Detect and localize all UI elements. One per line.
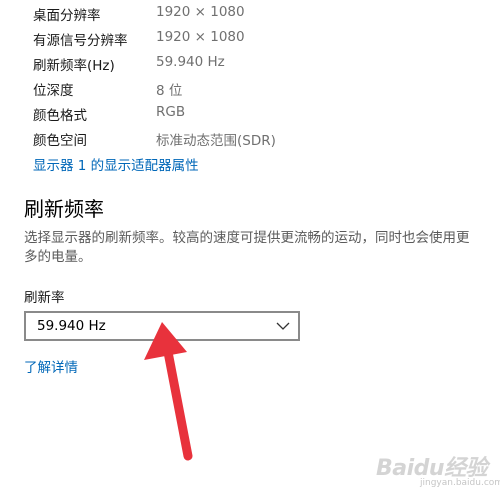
info-label: 刷新频率(Hz) xyxy=(33,58,115,74)
section-description: 选择显示器的刷新频率。较高的速度可提供更流畅的运动，同时也会使用更多的电量。 xyxy=(24,230,470,265)
info-label: 桌面分辨率 xyxy=(33,8,101,24)
learn-more-link[interactable]: 了解详情 xyxy=(24,356,78,376)
info-row-color-space: 颜色空间 标准动态范围(SDR) xyxy=(33,125,453,150)
display-info-table: 桌面分辨率 1920 × 1080 有源信号分辨率 1920 × 1080 刷新… xyxy=(33,0,453,150)
watermark-subtext: jingyan.baidu.com xyxy=(420,478,500,488)
display-adapter-properties-link[interactable]: 显示器 1 的显示适配器属性 xyxy=(33,154,199,174)
info-value: 1920 × 1080 xyxy=(156,4,245,20)
info-row-desktop-resolution: 桌面分辨率 1920 × 1080 xyxy=(33,0,453,25)
info-value: 1920 × 1080 xyxy=(156,29,245,45)
info-value: 8 位 xyxy=(156,83,183,99)
info-row-active-signal-resolution: 有源信号分辨率 1920 × 1080 xyxy=(33,25,453,50)
refresh-rate-label: 刷新率 xyxy=(24,290,65,306)
arrow-head xyxy=(144,322,187,360)
dropdown-selected-value: 59.940 Hz xyxy=(37,318,106,334)
chevron-down-icon xyxy=(276,322,290,330)
info-label: 颜色格式 xyxy=(33,108,87,124)
info-value: 标准动态范围(SDR) xyxy=(156,133,276,149)
red-arrow-annotation xyxy=(144,322,193,461)
section-title: 刷新频率 xyxy=(24,197,104,221)
info-row-refresh-rate: 刷新频率(Hz) 59.940 Hz xyxy=(33,50,453,75)
info-value: RGB xyxy=(156,104,186,120)
info-label: 位深度 xyxy=(33,83,74,99)
arrow-shaft xyxy=(163,347,193,461)
info-row-color-format: 颜色格式 RGB xyxy=(33,100,453,125)
info-label: 颜色空间 xyxy=(33,133,87,149)
info-label: 有源信号分辨率 xyxy=(33,33,128,49)
info-row-bit-depth: 位深度 8 位 xyxy=(33,75,453,100)
info-value: 59.940 Hz xyxy=(156,54,225,70)
baidu-watermark: Baidu经验 jingyan.baidu.com xyxy=(372,450,500,494)
